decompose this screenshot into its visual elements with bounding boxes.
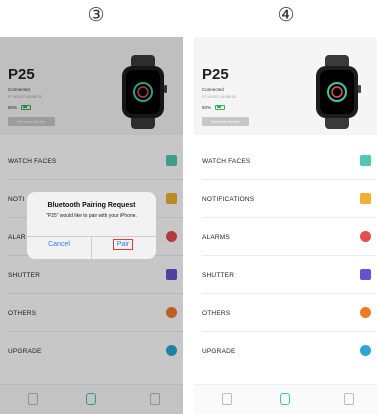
tab-bar [194, 384, 377, 414]
dialog-title: Bluetooth Pairing Request [47, 202, 136, 209]
step-label-3: ③ [87, 4, 105, 26]
camera-icon [360, 269, 371, 280]
watch-face-icon [360, 155, 371, 166]
battery-icon [215, 104, 226, 110]
watch-image [316, 55, 361, 129]
menu-item-watch-faces[interactable]: WATCH FACES [194, 142, 377, 180]
phone-screen-step-3: P25 Connected F7:41:DC:16:08:31 60% Remo… [0, 37, 183, 414]
menu-label: WATCH FACES [202, 158, 251, 165]
device-mac: F7:41:DC:16:08:31 [202, 94, 236, 99]
battery-percent: 60% [202, 104, 212, 110]
remove-device-button[interactable]: Remove Device [202, 117, 249, 126]
profile-icon[interactable] [344, 393, 354, 405]
battery-row: 60% [202, 104, 226, 110]
dialog-message: "P25" would like to pair with your iPhon… [46, 213, 137, 219]
upgrade-icon [360, 345, 371, 356]
menu-item-notifications[interactable]: NOTIFICATIONS [194, 180, 377, 218]
device-header: P25 Connected F7:41:DC:16:08:31 60% Remo… [194, 37, 377, 135]
menu-item-upgrade[interactable]: UPGRADE [194, 332, 377, 370]
step-label-4: ④ [277, 4, 295, 26]
menu-label: NOTIFICATIONS [202, 196, 255, 203]
settings-icon [360, 307, 371, 318]
menu-item-alarms[interactable]: ALARMS [194, 218, 377, 256]
menu-item-others[interactable]: OTHERS [194, 294, 377, 332]
menu-item-shutter[interactable]: SHUTTER [194, 256, 377, 294]
phone-screen-step-4: P25 Connected F7:41:DC:16:08:31 60% Remo… [194, 37, 377, 414]
bluetooth-pairing-dialog: Bluetooth Pairing Request "P25" would li… [27, 192, 156, 259]
menu-label: ALARMS [202, 234, 230, 241]
menu-label: UPGRADE [202, 348, 236, 355]
device-name: P25 [202, 66, 229, 83]
calendar-icon[interactable] [222, 393, 232, 405]
cancel-button[interactable]: Cancel [27, 241, 91, 248]
device-status: Connected [202, 87, 224, 92]
menu-label: OTHERS [202, 310, 231, 317]
alarm-icon [360, 231, 371, 242]
watch-icon[interactable] [280, 393, 290, 405]
menu-label: SHUTTER [202, 272, 235, 279]
pair-button[interactable]: Pair [113, 239, 133, 250]
notification-icon [360, 193, 371, 204]
divider [91, 236, 92, 259]
